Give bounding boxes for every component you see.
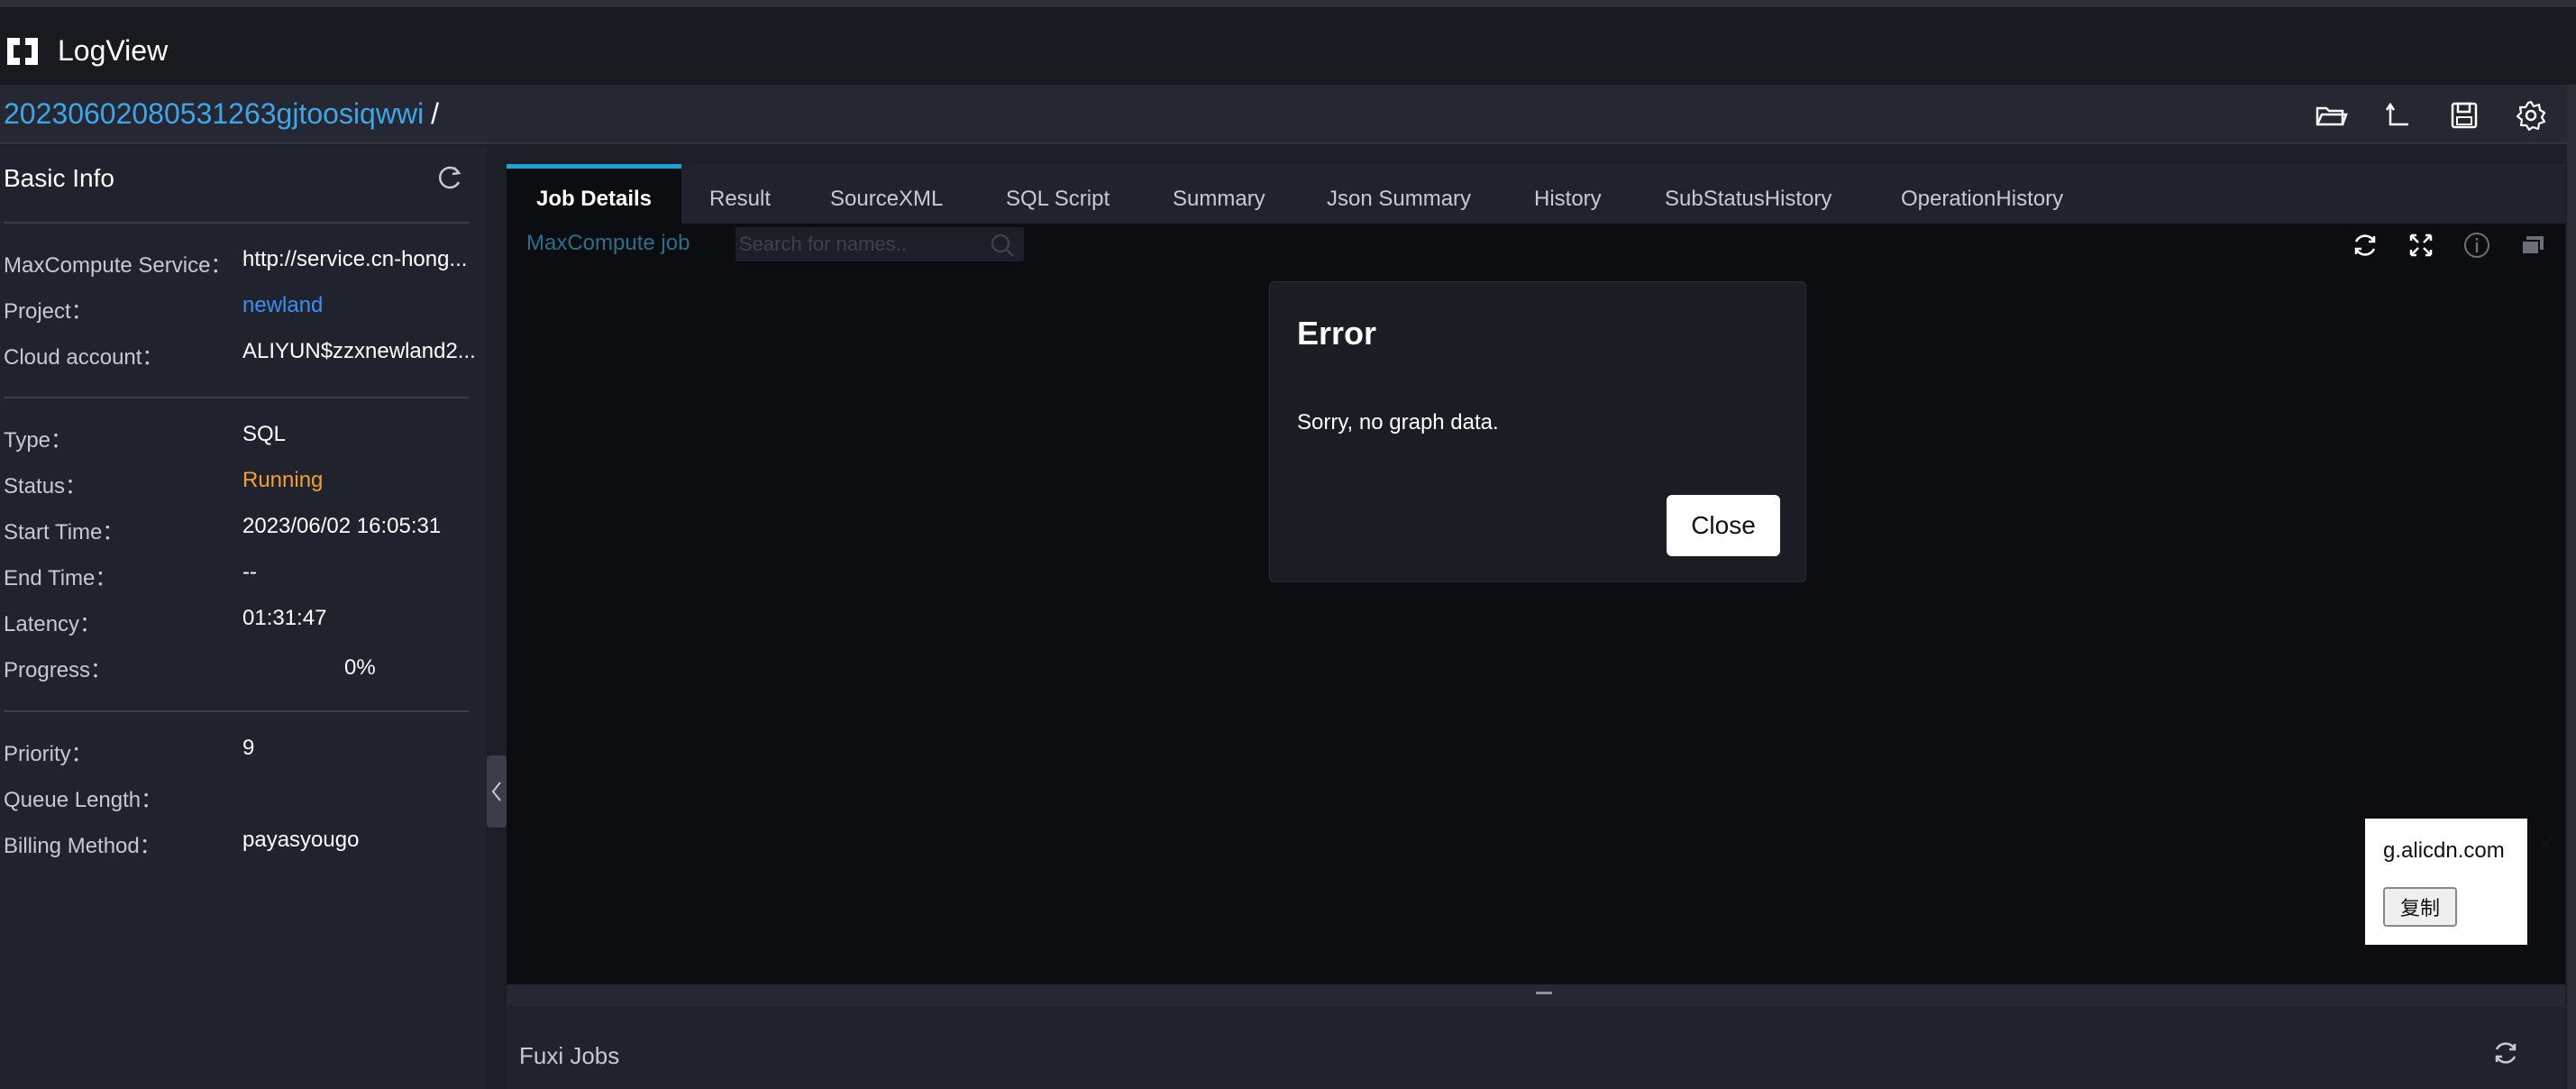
- refresh-icon[interactable]: [2491, 1039, 2520, 1067]
- resize-grip: [1536, 992, 1552, 994]
- info-row-billing-method: Billing Method： payasyougo: [4, 828, 360, 858]
- error-dialog: Error Sorry, no graph data. Close: [1269, 281, 1806, 582]
- divider: [4, 397, 469, 398]
- graph-search: [735, 227, 1024, 261]
- refresh-icon[interactable]: [2351, 231, 2380, 260]
- info-row-queue-length: Queue Length：: [4, 788, 163, 812]
- copy-button[interactable]: 复制: [2383, 887, 2457, 927]
- refresh-icon[interactable]: [434, 162, 465, 193]
- job-actions: [2313, 97, 2549, 133]
- copy-popup: g.alicdn.com 复制: [2365, 819, 2527, 945]
- back-icon[interactable]: [2380, 97, 2416, 133]
- info-row-priority: Priority： 9: [4, 736, 255, 766]
- graph-toolbar: [2351, 231, 2547, 260]
- popup-host-text: g.alicdn.com: [2383, 838, 2505, 863]
- dialog-title: Error: [1297, 315, 1377, 352]
- collapse-panel-handle[interactable]: [487, 755, 507, 828]
- info-row-end-time: End Time： --: [4, 560, 257, 590]
- divider: [4, 710, 469, 712]
- info-row-latency: Latency： 01:31:47: [4, 606, 327, 636]
- info-row-type: Type： SQL: [4, 422, 287, 453]
- app-title: LogView: [58, 34, 169, 67]
- divider: [4, 222, 469, 224]
- tab-summary[interactable]: Summary: [1173, 164, 1265, 224]
- info-row-cloud-account: Cloud account： ALIYUN$zzxnewland2...: [4, 339, 476, 370]
- app-header: LogView: [0, 0, 2576, 85]
- info-row-service: MaxCompute Service： http://service.cn-ho…: [4, 247, 468, 278]
- job-id-link[interactable]: 20230602080531263gjtoosiqwwi: [4, 97, 424, 130]
- fuxi-jobs-title: Fuxi Jobs: [519, 1042, 620, 1069]
- dialog-message: Sorry, no graph data.: [1297, 410, 1499, 435]
- scrollbar[interactable]: [2567, 85, 2576, 1089]
- close-button[interactable]: Close: [1667, 495, 1780, 556]
- search-icon[interactable]: [990, 233, 1015, 258]
- tab-operationhistory[interactable]: OperationHistory: [1901, 164, 2063, 224]
- tab-result[interactable]: Result: [709, 164, 771, 224]
- info-row-project: Project： newland: [4, 293, 324, 324]
- status-badge: Running: [242, 468, 324, 492]
- tab-sourcexml[interactable]: SourceXML: [830, 164, 943, 224]
- basic-info-title: Basic Info: [4, 164, 114, 192]
- fuxi-jobs-panel: Fuxi Jobs: [507, 1006, 2565, 1089]
- chevron-left-icon: [491, 782, 501, 801]
- breadcrumb-separator: /: [431, 97, 440, 130]
- info-row-progress: Progress： 0%: [4, 655, 376, 682]
- progress-value: 0%: [344, 655, 376, 680]
- panel-resize-handle[interactable]: [507, 984, 2565, 1006]
- job-id-breadcrumb: 20230602080531263gjtoosiqwwi /: [4, 97, 439, 131]
- tab-substatushistory[interactable]: SubStatusHistory: [1665, 164, 1832, 224]
- tab-json-summary[interactable]: Json Summary: [1327, 164, 1471, 224]
- close-icon[interactable]: ✕: [2535, 829, 2557, 861]
- info-row-start-time: Start Time： 2023/06/02 16:05:31: [4, 514, 442, 544]
- logview-logo-icon: [7, 38, 38, 65]
- info-row-status: Status： Running: [4, 468, 324, 499]
- tab-job-details[interactable]: Job Details: [507, 164, 681, 224]
- open-folder-icon[interactable]: [2313, 97, 2349, 133]
- save-icon[interactable]: [2446, 97, 2482, 133]
- info-icon[interactable]: [2462, 231, 2491, 260]
- fullscreen-icon[interactable]: [2407, 231, 2435, 260]
- graph-root-label[interactable]: MaxCompute job: [526, 231, 690, 256]
- job-id-bar: 20230602080531263gjtoosiqwwi /: [0, 85, 2576, 144]
- tab-bar: Job Details Result SourceXML SQL Script …: [507, 164, 2565, 224]
- tab-history[interactable]: History: [1534, 164, 1602, 224]
- search-input[interactable]: [739, 231, 982, 258]
- basic-info-panel: Basic Info MaxCompute Service： http://se…: [0, 146, 487, 1089]
- comment-icon[interactable]: [2518, 231, 2547, 260]
- tab-sql-script[interactable]: SQL Script: [1006, 164, 1110, 224]
- project-link[interactable]: newland: [242, 293, 323, 318]
- gear-icon[interactable]: [2513, 97, 2549, 133]
